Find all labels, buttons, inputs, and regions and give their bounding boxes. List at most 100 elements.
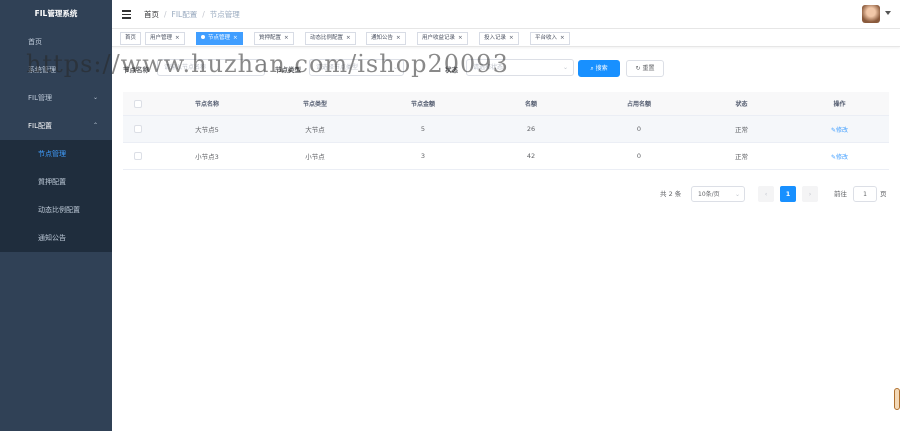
row-checkbox[interactable]: [134, 125, 142, 133]
sidebar-item-label: 首页: [28, 38, 42, 46]
tag-notice[interactable]: 通知公告 ×: [366, 32, 406, 45]
close-icon[interactable]: ×: [458, 35, 463, 41]
cell-type: 大节点: [305, 126, 325, 134]
cell-amount: 3: [420, 152, 426, 160]
close-icon[interactable]: ×: [175, 35, 180, 41]
cell-quota: 42: [526, 152, 536, 160]
table-header: 节点名称 节点类型 节点金额 名额 占用名额 状态 操作: [123, 92, 889, 116]
node-table: 节点名称 节点类型 节点金额 名额 占用名额 状态 操作 大节点5 大节点 5 …: [123, 92, 889, 170]
status-label: 状态: [445, 66, 458, 74]
sidebar-item-label: 通知公告: [38, 234, 66, 242]
avatar[interactable]: [862, 5, 880, 23]
cell-action: ✎修改: [790, 116, 889, 142]
node-type-select[interactable]: 请选择节点类型 ⌄: [309, 59, 404, 76]
row-select-cell: [123, 116, 153, 142]
pagination-total: 共 2 条: [660, 190, 682, 198]
sidebar-submenu: 节点管理 質押配置 动态比例配置 通知公告: [0, 140, 112, 252]
sidebar-item-label: 节点管理: [38, 150, 66, 158]
sidebar-item-pledge-config[interactable]: 質押配置: [0, 168, 112, 196]
sidebar-item-notice[interactable]: 通知公告: [0, 224, 112, 252]
tag-platform-income[interactable]: 平台收入 ×: [530, 32, 570, 45]
close-icon[interactable]: ×: [284, 35, 289, 41]
tag-pledge-config[interactable]: 質押配置 ×: [254, 32, 294, 45]
scroll-handle[interactable]: [894, 388, 900, 410]
page-size-select[interactable]: 10条/页 ⌄: [691, 186, 745, 202]
tag-home[interactable]: 首页: [120, 32, 142, 45]
cell-quota: 26: [526, 125, 536, 133]
app-title: FIL管理系统: [34, 9, 78, 18]
search-button-label: 搜索: [595, 65, 608, 72]
close-icon[interactable]: ×: [346, 35, 351, 41]
select-placeholder: 请选择状态: [473, 64, 504, 71]
tag-label: 用户管理: [150, 35, 173, 41]
reset-button-label: 重置: [642, 65, 655, 72]
tag-label: 首页: [125, 35, 137, 41]
sidebar-item-node-manage[interactable]: 节点管理: [0, 140, 112, 168]
tag-label: 通知公告: [371, 35, 394, 41]
close-icon[interactable]: ×: [509, 35, 514, 41]
sidebar-item-label: 質押配置: [38, 178, 66, 186]
edit-link[interactable]: ✎修改: [831, 125, 848, 134]
tags-view: 首页 用户管理 × 节点管理 × 質押配置 × 动态比例配置 × 通知公告 × 用户收益记…: [112, 29, 900, 47]
hamburger-icon[interactable]: [122, 10, 131, 19]
chevron-up-icon: ⌃: [92, 122, 98, 129]
row-checkbox[interactable]: [134, 152, 142, 160]
close-icon[interactable]: ×: [560, 35, 565, 41]
chevron-down-icon: ⌄: [734, 191, 740, 198]
sidebar-item-ratio-config[interactable]: 动态比例配置: [0, 196, 112, 224]
breadcrumb-section: FIL配置: [171, 10, 198, 19]
prev-page-button[interactable]: ‹: [758, 186, 774, 202]
close-icon[interactable]: ×: [233, 35, 238, 41]
cell-used: 0: [636, 152, 642, 160]
reset-button[interactable]: ↻ 重置: [626, 60, 664, 77]
select-all-checkbox[interactable]: [134, 99, 142, 108]
cell-amount: 5: [420, 125, 426, 133]
column-header: 节点金额: [410, 101, 435, 108]
breadcrumb: 首页 / FIL配置 / 节点管理: [144, 9, 240, 20]
cell-type: 小节点: [305, 153, 325, 161]
cell-name: 大节点5: [195, 126, 219, 134]
tag-invest-record[interactable]: 投入记录 ×: [479, 32, 519, 45]
tag-node-manage[interactable]: 节点管理 ×: [196, 32, 243, 45]
next-page-button[interactable]: ›: [802, 186, 818, 202]
tag-label: 平台收入: [535, 35, 558, 41]
goto-suffix: 页: [880, 190, 887, 198]
tag-label: 投入记录: [484, 35, 507, 41]
tag-ratio-config[interactable]: 动态比例配置 ×: [305, 32, 356, 45]
sidebar-item-label: 动态比例配置: [38, 206, 80, 214]
goto-page-input[interactable]: 1: [853, 186, 877, 202]
table-row[interactable]: 大节点5 大节点 5 26 0 正常 ✎修改: [123, 116, 889, 143]
sidebar: FIL管理系统 首页 系统管理 FIL管理 ⌄ FIL配置 ⌃ 节点管理 質押配置 …: [0, 0, 112, 431]
tag-user-income[interactable]: 用户收益记录 ×: [417, 32, 468, 45]
node-name-input[interactable]: 请输入节点名称: [157, 59, 265, 76]
close-icon[interactable]: ×: [396, 35, 401, 41]
caret-down-icon[interactable]: [885, 11, 891, 15]
breadcrumb-separator: /: [164, 10, 167, 19]
cell-name: 小节点3: [195, 153, 219, 161]
tag-label: 質押配置: [259, 35, 282, 41]
select-placeholder: 请选择节点类型: [316, 64, 359, 71]
tag-user-manage[interactable]: 用户管理 ×: [145, 32, 185, 45]
status-select[interactable]: 请选择状态 ⌄: [466, 59, 574, 76]
edit-link-label: 修改: [836, 126, 849, 134]
table-row[interactable]: 小节点3 小节点 3 42 0 正常 ✎修改: [123, 143, 889, 170]
chevron-down-icon: ⌄: [562, 64, 568, 71]
cell-used: 0: [636, 125, 642, 133]
edit-link[interactable]: ✎修改: [831, 152, 848, 161]
sidebar-item-home[interactable]: 首页: [0, 28, 112, 56]
cell-action: ✎修改: [790, 143, 889, 169]
sidebar-item-fil-config[interactable]: FIL配置 ⌃: [0, 112, 112, 140]
cell-status: 正常: [735, 126, 748, 134]
sidebar-item-fil-manage[interactable]: FIL管理 ⌄: [0, 84, 112, 112]
row-select-cell: [123, 143, 153, 169]
breadcrumb-home[interactable]: 首页: [144, 10, 159, 19]
page-size-value: 10条/页: [698, 191, 720, 198]
page-number-current[interactable]: 1: [780, 186, 796, 202]
column-header: 名额: [524, 101, 537, 108]
sidebar-item-label: 系统管理: [28, 66, 56, 74]
cell-status: 正常: [735, 153, 748, 161]
search-button[interactable]: ⌕ 搜索: [578, 60, 620, 77]
select-all-cell: [123, 92, 153, 115]
sidebar-item-system[interactable]: 系统管理: [0, 56, 112, 84]
breadcrumb-separator: /: [202, 10, 205, 19]
